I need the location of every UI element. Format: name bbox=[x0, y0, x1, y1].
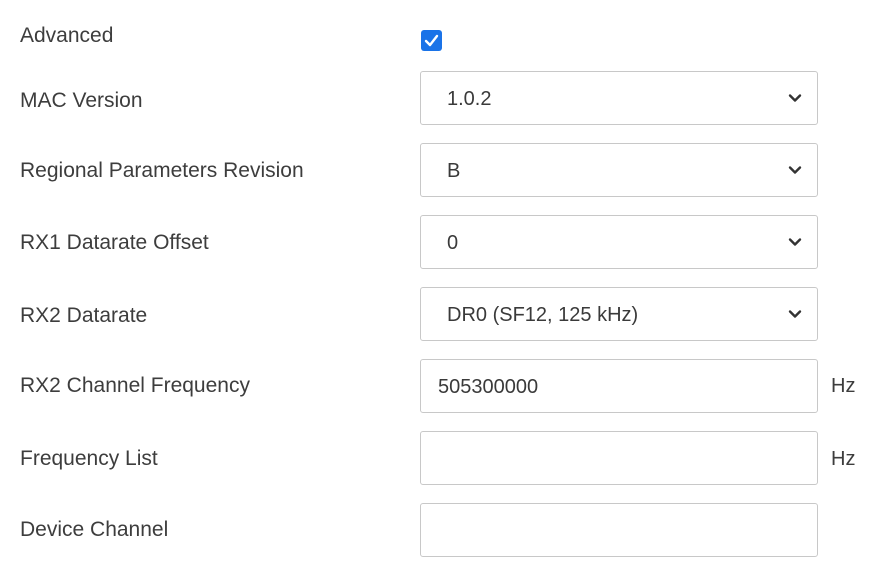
mac-version-value: 1.0.2 bbox=[447, 88, 492, 110]
advanced-checkbox[interactable] bbox=[421, 30, 442, 51]
frequency-list-label: Frequency List bbox=[20, 447, 158, 470]
rx2-channel-frequency-label: RX2 Channel Frequency bbox=[20, 374, 250, 397]
rx2-channel-frequency-unit: Hz bbox=[831, 375, 856, 397]
rx2-datarate-select[interactable]: DR0 (SF12, 125 kHz) bbox=[420, 287, 818, 341]
rx2-channel-frequency-input[interactable]: 505300000 bbox=[420, 359, 818, 413]
rx1-datarate-offset-value: 0 bbox=[447, 232, 459, 254]
rx2-channel-frequency-value: 505300000 bbox=[438, 376, 539, 398]
frequency-list-input[interactable] bbox=[420, 431, 818, 485]
regional-parameters-value: B bbox=[447, 160, 461, 182]
mac-version-select[interactable]: 1.0.2 bbox=[420, 71, 818, 125]
advanced-label: Advanced bbox=[20, 24, 114, 47]
checkmark-icon bbox=[424, 34, 439, 47]
device-channel-input[interactable] bbox=[420, 503, 818, 557]
chevron-down-icon bbox=[788, 238, 802, 246]
rx1-datarate-offset-select[interactable]: 0 bbox=[420, 215, 818, 269]
frequency-list-unit: Hz bbox=[831, 448, 856, 470]
regional-parameters-label: Regional Parameters Revision bbox=[20, 159, 304, 182]
chevron-down-icon bbox=[788, 310, 802, 318]
chevron-down-icon bbox=[788, 94, 802, 102]
advanced-settings-form: Advanced MAC Version 1.0.2 Regional Para… bbox=[0, 0, 882, 574]
rx2-datarate-value: DR0 (SF12, 125 kHz) bbox=[447, 304, 639, 326]
device-channel-label: Device Channel bbox=[20, 518, 169, 541]
mac-version-label: MAC Version bbox=[20, 89, 143, 112]
rx2-datarate-label: RX2 Datarate bbox=[20, 304, 148, 327]
regional-parameters-select[interactable]: B bbox=[420, 143, 818, 197]
rx1-datarate-offset-label: RX1 Datarate Offset bbox=[20, 231, 209, 254]
chevron-down-icon bbox=[788, 166, 802, 174]
